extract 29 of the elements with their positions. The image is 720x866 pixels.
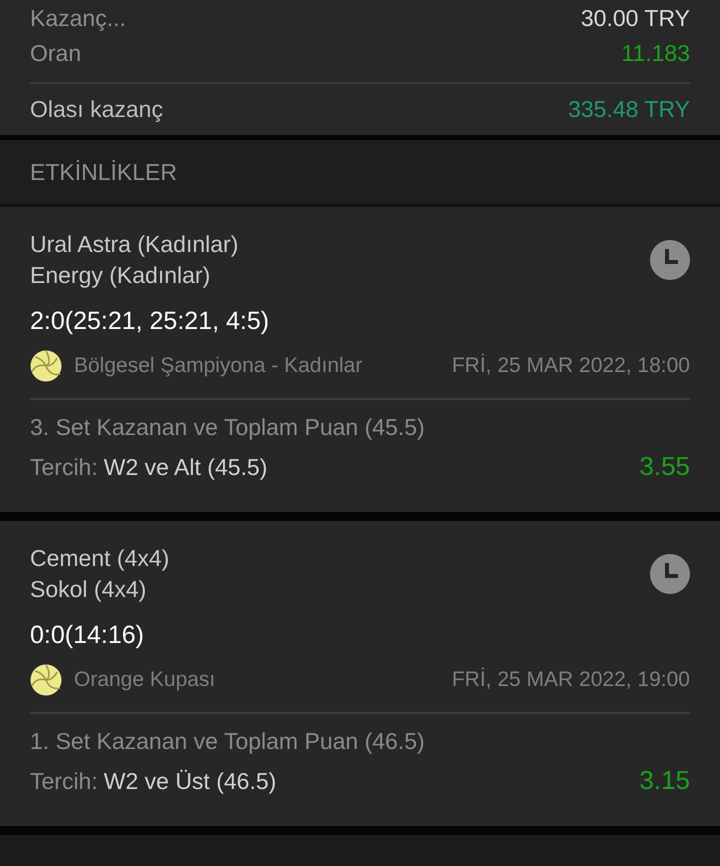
clock-icon <box>650 554 690 594</box>
summary-value: 335.48 TRY <box>568 96 690 123</box>
event-date: FRİ, 25 MAR 2022, 18:00 <box>452 354 690 378</box>
volleyball-icon <box>30 350 62 382</box>
choice-label: Tercih: <box>30 768 98 795</box>
odds-value: 3.15 <box>639 765 690 796</box>
team-name: Energy (Kadınlar) <box>30 262 212 289</box>
choice-value: W2 ve Alt (45.5) <box>104 454 268 481</box>
section-title: ETKİNLİKLER <box>30 158 177 186</box>
team-name: Ural Astra (Kadınlar) <box>30 231 238 258</box>
clock-icon <box>650 240 690 280</box>
choice-label: Tercih: <box>30 454 98 481</box>
summary-label: Oran <box>30 40 82 66</box>
league-name: Orange Kupası <box>74 668 216 692</box>
team-name: Cement (4x4) <box>30 545 170 572</box>
match-score: 2:0(25:21, 25:21, 4:5) <box>30 307 270 336</box>
summary-value: 30.00 TRY <box>580 5 690 32</box>
league-name: Bölgesel Şampiyona - Kadınlar <box>74 354 364 378</box>
event-date: FRİ, 25 MAR 2022, 19:00 <box>452 668 690 692</box>
odds-value: 3.55 <box>639 451 690 482</box>
volleyball-icon <box>30 664 62 696</box>
market-name: 1. Set Kazanan ve Toplam Puan (46.5) <box>30 728 426 755</box>
market-name: 3. Set Kazanan ve Toplam Puan (45.5) <box>30 414 426 441</box>
team-name: Sokol (4x4) <box>30 576 148 603</box>
summary-value: 11.183 <box>621 40 690 66</box>
match-score: 0:0(14:16) <box>30 621 145 650</box>
summary-label: Kazanç... <box>30 5 126 32</box>
choice-value: W2 ve Üst (46.5) <box>104 768 278 795</box>
summary-label: Olası kazanç <box>30 96 163 123</box>
